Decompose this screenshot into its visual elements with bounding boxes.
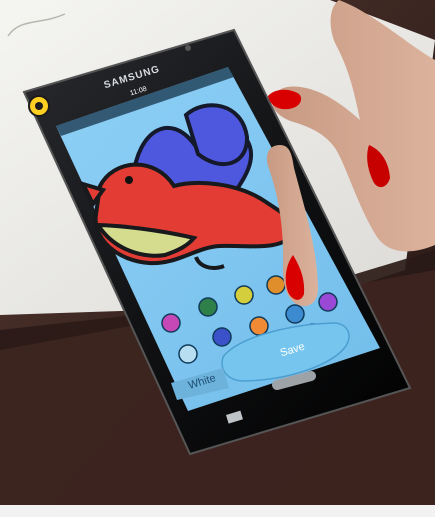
- front-camera: [185, 45, 191, 51]
- palette-color-swatch[interactable]: [161, 313, 181, 333]
- bird-eye: [125, 176, 133, 184]
- palette-color-swatch[interactable]: [249, 316, 269, 336]
- palette-color-swatch[interactable]: [318, 292, 338, 312]
- image-border-bottom: [0, 505, 435, 517]
- photo-scene: SAMSUNG 11:08 White Save: [0, 0, 435, 517]
- palette-color-swatch[interactable]: [234, 285, 254, 305]
- scene-artwork: [0, 0, 435, 517]
- palette-color-swatch[interactable]: [266, 275, 286, 295]
- palette-color-swatch[interactable]: [198, 297, 218, 317]
- palette-color-swatch[interactable]: [285, 304, 305, 324]
- palette-color-swatch[interactable]: [212, 327, 232, 347]
- palette-color-swatch[interactable]: [178, 344, 198, 364]
